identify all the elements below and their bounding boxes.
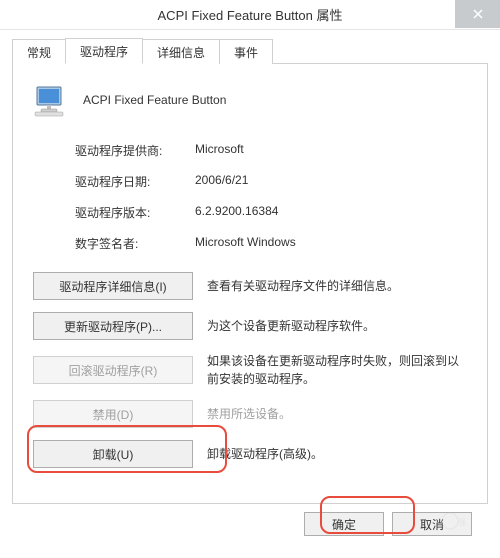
action-row-uninstall: 卸载(U) 卸载驱动程序(高级)。 [33,440,467,468]
dialog-button-row: 确定 取消 [12,504,488,546]
tab-events[interactable]: 事件 [219,39,273,64]
close-icon [473,9,483,19]
window-title: ACPI Fixed Feature Button 属性 [158,5,343,24]
signer-label: 数字签名者: [75,235,195,252]
action-rows: 驱动程序详细信息(I) 查看有关驱动程序文件的详细信息。 更新驱动程序(P)..… [33,272,467,468]
date-label: 驱动程序日期: [75,173,195,190]
version-label: 驱动程序版本: [75,204,195,221]
info-row-signer: 数字签名者: Microsoft Windows [75,235,467,252]
provider-label: 驱动程序提供商: [75,142,195,159]
update-driver-desc: 为这个设备更新驱动程序软件。 [207,317,375,335]
update-driver-button[interactable]: 更新驱动程序(P)... [33,312,193,340]
close-button[interactable] [455,0,500,28]
tab-details[interactable]: 详细信息 [142,39,220,64]
tab-general[interactable]: 常规 [12,39,66,64]
rollback-driver-button: 回滚驱动程序(R) [33,356,193,384]
titlebar: ACPI Fixed Feature Button 属性 [0,0,500,30]
uninstall-button[interactable]: 卸载(U) [33,440,193,468]
info-row-provider: 驱动程序提供商: Microsoft [75,142,467,159]
action-row-details: 驱动程序详细信息(I) 查看有关驱动程序文件的详细信息。 [33,272,467,300]
computer-icon [33,82,69,118]
uninstall-desc: 卸载驱动程序(高级)。 [207,445,323,463]
rollback-driver-desc: 如果该设备在更新驱动程序时失败，则回滚到以前安装的驱动程序。 [207,352,467,388]
cancel-button[interactable]: 取消 [392,512,472,536]
date-value: 2006/6/21 [195,173,248,190]
tab-panel-driver: ACPI Fixed Feature Button 驱动程序提供商: Micro… [12,64,488,504]
driver-details-desc: 查看有关驱动程序文件的详细信息。 [207,277,399,295]
disable-device-desc: 禁用所选设备。 [207,405,291,423]
info-row-version: 驱动程序版本: 6.2.9200.16384 [75,204,467,221]
device-header: ACPI Fixed Feature Button [33,82,467,118]
action-row-rollback: 回滚驱动程序(R) 如果该设备在更新驱动程序时失败，则回滚到以前安装的驱动程序。 [33,352,467,388]
ok-button[interactable]: 确定 [304,512,384,536]
tab-driver[interactable]: 驱动程序 [65,38,143,64]
provider-value: Microsoft [195,142,244,159]
device-name: ACPI Fixed Feature Button [83,93,226,107]
driver-info-block: 驱动程序提供商: Microsoft 驱动程序日期: 2006/6/21 驱动程… [75,142,467,252]
signer-value: Microsoft Windows [195,235,296,252]
version-value: 6.2.9200.16384 [195,204,278,221]
info-row-date: 驱动程序日期: 2006/6/21 [75,173,467,190]
action-row-update: 更新驱动程序(P)... 为这个设备更新驱动程序软件。 [33,312,467,340]
driver-details-button[interactable]: 驱动程序详细信息(I) [33,272,193,300]
action-row-disable: 禁用(D) 禁用所选设备。 [33,400,467,428]
dialog-content: 常规 驱动程序 详细信息 事件 ACPI Fixed Feature Butto… [0,30,500,558]
disable-device-button: 禁用(D) [33,400,193,428]
tab-bar: 常规 驱动程序 详细信息 事件 [12,38,488,64]
